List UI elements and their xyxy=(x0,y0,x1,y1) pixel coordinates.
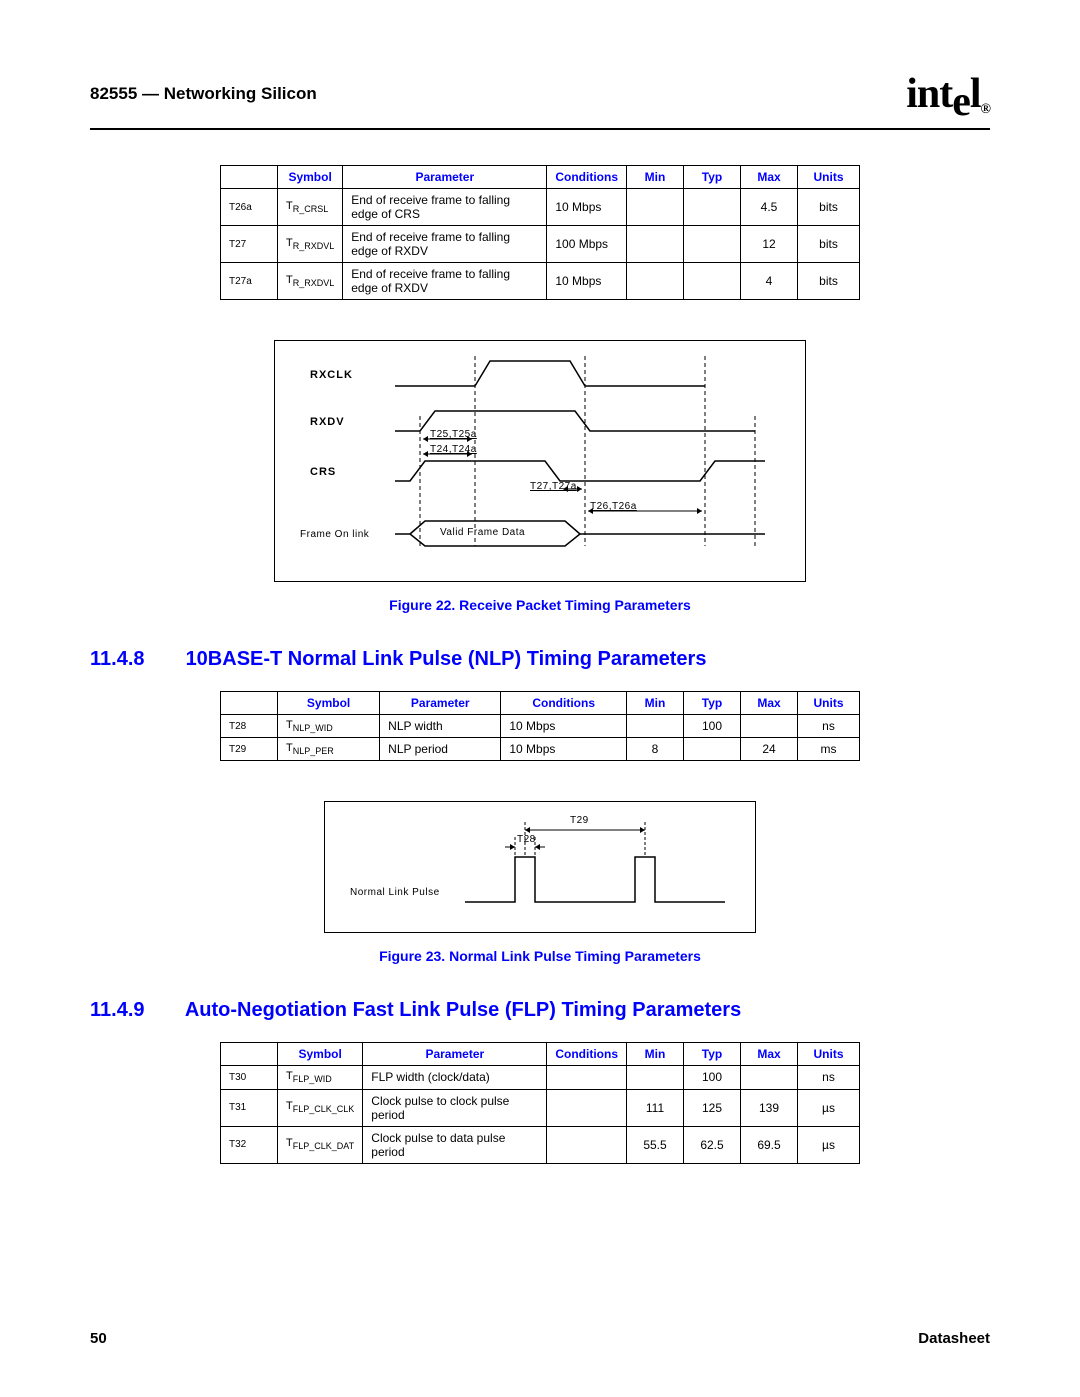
header-rule xyxy=(90,128,990,130)
col-max: Max xyxy=(741,166,798,189)
timing-diagram-svg xyxy=(275,341,805,581)
intel-logo: intel® xyxy=(906,70,990,118)
col-conditions: Conditions xyxy=(501,692,627,715)
section-number: 11.4.8 xyxy=(90,648,180,671)
table-row: T30 TFLP_WID FLP width (clock/data) 100 … xyxy=(221,1066,860,1089)
col-typ: Typ xyxy=(684,166,741,189)
label-t24: T24,T24a xyxy=(430,444,477,455)
label-t26: T26,T26a xyxy=(590,501,637,512)
page-number: 50 xyxy=(90,1330,107,1347)
table-row: T31 TFLP_CLK_CLK Clock pulse to clock pu… xyxy=(221,1089,860,1126)
figure-23-caption: Figure 23. Normal Link Pulse Timing Para… xyxy=(90,948,990,964)
col-units: Units xyxy=(798,692,860,715)
col-min: Min xyxy=(627,692,684,715)
col-units: Units xyxy=(798,166,860,189)
col-conditions: Conditions xyxy=(547,166,627,189)
table-row: T26a TR_CRSL End of receive frame to fal… xyxy=(221,189,860,226)
label-crs: CRS xyxy=(310,466,336,478)
page: 82555 — Networking Silicon intel® Symbol… xyxy=(0,0,1080,1397)
label-rxclk: RXCLK xyxy=(310,369,353,381)
label-t28: T28 xyxy=(517,834,536,845)
section-number: 11.4.9 xyxy=(90,999,180,1022)
col-typ: Typ xyxy=(684,692,741,715)
label-t29: T29 xyxy=(570,815,589,826)
col-parameter: Parameter xyxy=(363,1043,547,1066)
label-normal-link-pulse: Normal Link Pulse xyxy=(350,887,440,898)
section-title: Auto-Negotiation Fast Link Pulse (FLP) T… xyxy=(185,999,741,1021)
document-title: 82555 — Networking Silicon xyxy=(90,84,317,104)
table-row: T27a TR_RXDVL End of receive frame to fa… xyxy=(221,263,860,300)
col-parameter: Parameter xyxy=(380,692,501,715)
col-min: Min xyxy=(627,166,684,189)
label-valid-frame: Valid Frame Data xyxy=(440,527,525,538)
label-t27: T27,T27a xyxy=(530,481,577,492)
section-heading-flp: 11.4.9 Auto-Negotiation Fast Link Pulse … xyxy=(90,999,990,1022)
table-header-row: Symbol Parameter Conditions Min Typ Max … xyxy=(221,166,860,189)
table-flp-timing: Symbol Parameter Conditions Min Typ Max … xyxy=(220,1042,860,1163)
table-nlp-timing: Symbol Parameter Conditions Min Typ Max … xyxy=(220,691,860,761)
col-symbol: Symbol xyxy=(278,692,380,715)
table-row: T28 TNLP_WID NLP width 10 Mbps 100 ns xyxy=(221,715,860,738)
figure-22-diagram: RXCLK RXDV CRS Frame On link Valid Frame… xyxy=(274,340,806,582)
footer-label: Datasheet xyxy=(918,1330,990,1347)
page-header: 82555 — Networking Silicon intel® xyxy=(90,70,990,118)
col-symbol: Symbol xyxy=(278,166,343,189)
table-receive-timing: Symbol Parameter Conditions Min Typ Max … xyxy=(220,165,860,300)
col-conditions: Conditions xyxy=(547,1043,627,1066)
table-row: T32 TFLP_CLK_DAT Clock pulse to data pul… xyxy=(221,1126,860,1163)
label-rxdv: RXDV xyxy=(310,416,345,428)
col-symbol: Symbol xyxy=(278,1043,363,1066)
section-title: 10BASE-T Normal Link Pulse (NLP) Timing … xyxy=(186,648,707,670)
figure-23-diagram: Normal Link Pulse T28 T29 xyxy=(324,801,756,933)
page-footer: 50 Datasheet xyxy=(90,1330,990,1347)
col-parameter: Parameter xyxy=(343,166,547,189)
table-row: T29 TNLP_PER NLP period 10 Mbps 8 24 ms xyxy=(221,738,860,761)
col-typ: Typ xyxy=(684,1043,741,1066)
table-header-row: Symbol Parameter Conditions Min Typ Max … xyxy=(221,1043,860,1066)
table-header-row: Symbol Parameter Conditions Min Typ Max … xyxy=(221,692,860,715)
section-heading-nlp: 11.4.8 10BASE-T Normal Link Pulse (NLP) … xyxy=(90,648,990,671)
label-frame-on-link: Frame On link xyxy=(300,529,369,540)
col-min: Min xyxy=(627,1043,684,1066)
figure-22-caption: Figure 22. Receive Packet Timing Paramet… xyxy=(90,597,990,613)
table-row: T27 TR_RXDVL End of receive frame to fal… xyxy=(221,226,860,263)
col-max: Max xyxy=(741,692,798,715)
label-t25: T25,T25a xyxy=(430,429,477,440)
col-units: Units xyxy=(798,1043,860,1066)
col-max: Max xyxy=(741,1043,798,1066)
nlp-diagram-svg xyxy=(325,802,755,932)
